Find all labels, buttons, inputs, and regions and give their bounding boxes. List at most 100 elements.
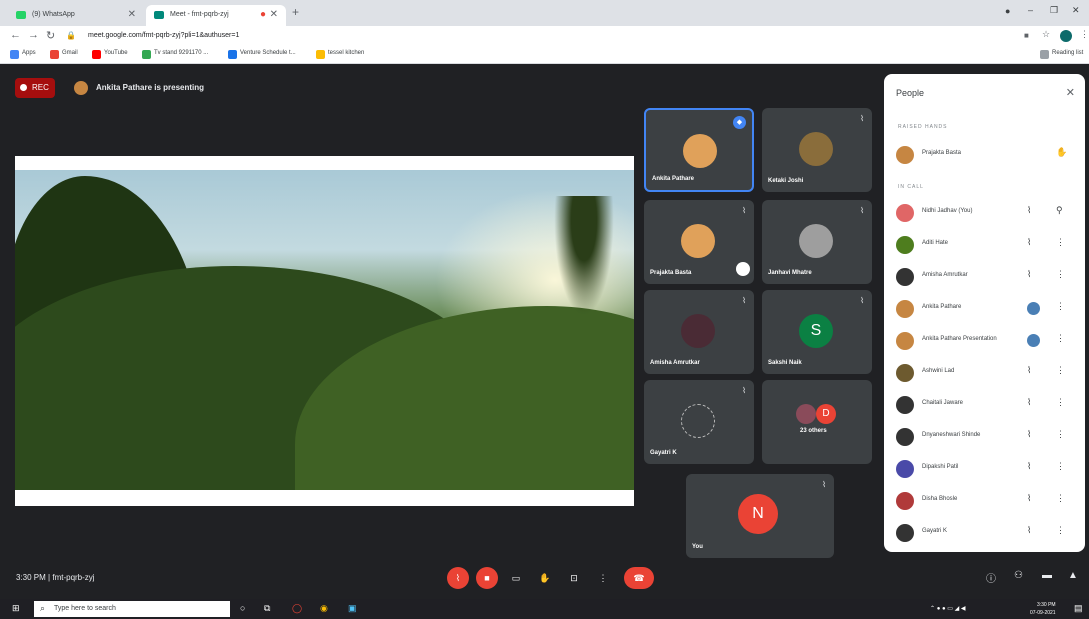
more-options-icon[interactable]: ⋮ [1056,301,1065,312]
list-item[interactable]: Chaitali Jaware ⌇ ⋮ [884,390,1085,420]
new-tab-button[interactable]: + [292,5,299,19]
camera-icon[interactable]: ■ [1024,31,1029,40]
list-item[interactable]: Disha Bhosle ⌇ ⋮ [884,486,1085,516]
more-options-icon[interactable]: ⋮ [1056,237,1065,248]
raise-hand-button[interactable]: ✋ [534,567,556,589]
participant-tile[interactable]: ⌇ Prajakta Basta [644,200,754,284]
list-item[interactable]: Gayatri K ⌇ ⋮ [884,518,1085,548]
chrome-icon[interactable]: ◉ [320,603,328,614]
presenting-banner: Ankita Pathare is presenting [66,77,204,99]
clock-date: 07-09-2021 [1030,610,1056,616]
end-call-button[interactable]: ☎ [624,567,654,589]
list-item[interactable]: Nidhi Jadhav (You) ⌇ ⚲ [884,198,1085,228]
list-item[interactable]: Ankita Pathare ⋮ [884,294,1085,324]
more-options-icon[interactable]: ⋮ [1056,525,1065,536]
avatar [799,132,833,166]
mic-off-icon: ⌇ [860,114,864,123]
more-options-icon[interactable]: ⋮ [1056,365,1065,376]
people-icon[interactable]: ⚇ [1014,570,1023,581]
list-item[interactable]: Aditi Hate ⌇ ⋮ [884,230,1085,260]
opera-icon[interactable]: ◯ [292,603,302,614]
avatar [896,236,914,254]
bookmark-kitchen[interactable]: tessel kitchen [316,50,364,59]
participant-tile[interactable]: ⌇ Gayatri K [644,380,754,464]
mic-toggle-button[interactable]: ⌇ [447,567,469,589]
browser-tab-bar: (9) WhatsApp ✕ Meet - fmt-pqrb-zyj ● ✕ +… [0,0,1089,26]
self-tile[interactable]: N ⌇ You [686,474,834,558]
search-icon: ⌕ [40,603,46,613]
others-tile[interactable]: D 23 others [762,380,872,464]
list-item[interactable]: Amisha Amrutkar ⌇ ⋮ [884,262,1085,292]
more-options-icon[interactable]: ⋮ [1056,397,1065,408]
tab-whatsapp[interactable]: (9) WhatsApp ✕ [8,5,144,26]
bookmark-gmail[interactable]: Gmail [50,50,78,59]
pin-icon[interactable]: ⚲ [1056,205,1063,216]
more-options-icon[interactable]: ⋮ [1056,461,1065,472]
star-icon[interactable]: ☆ [1042,29,1050,40]
windows-start-icon[interactable]: ⊞ [12,603,20,614]
more-options-icon[interactable]: ⋮ [1056,493,1065,504]
avatar [896,300,914,318]
list-item[interactable]: Ankita Pathare Presentation ⋮ [884,326,1085,356]
bookmark-tv-stand[interactable]: Tv stand 9291170 ... [142,50,208,59]
captions-button[interactable]: ▭ [505,567,527,589]
back-icon[interactable]: ← [10,29,21,41]
close-tab-icon[interactable]: ✕ [128,9,136,20]
clock: 3:30 PM 07-09-2021 [1030,601,1056,617]
bookmark-apps[interactable]: Apps [10,50,36,59]
pin-icon[interactable]: ◆ [733,116,746,129]
camera-toggle-button[interactable]: ■ [476,567,498,589]
cortana-icon[interactable]: ○ [240,603,245,613]
participant-tile[interactable]: ⌇ Amisha Amrutkar [644,290,754,374]
raised-hand-icon[interactable]: ✋ [1056,147,1067,158]
more-options-icon[interactable]: ⋮ [1056,333,1065,344]
avatar: D [816,404,836,424]
more-options-button[interactable]: ⋮ [592,567,614,589]
avatar [896,332,914,350]
store-icon[interactable]: ▣ [348,603,357,614]
avatar [896,492,914,510]
avatar [683,134,717,168]
tab-meet[interactable]: Meet - fmt-pqrb-zyj ● ✕ [146,5,286,26]
list-item[interactable]: Dnyaneshwari Shinde ⌇ ⋮ [884,422,1085,452]
url-field[interactable]: meet.google.com/fmt-pqrb-zyj?pli=1&authu… [78,29,978,43]
minimize-icon[interactable]: – [1028,5,1033,15]
speaking-indicator-icon [1027,302,1040,315]
participant-name: Disha Bhosle [922,496,958,502]
mic-off-icon: ⌇ [1027,365,1032,375]
reading-list[interactable]: Reading list [1040,50,1083,59]
meeting-time: 3:30 PM [16,573,46,582]
reload-icon[interactable]: ↻ [46,29,55,42]
participant-tile[interactable]: S ⌇ Sakshi Naik [762,290,872,374]
list-item[interactable]: Ashwini Lad ⌇ ⋮ [884,358,1085,388]
info-icon[interactable]: ⓘ [986,570,996,585]
close-tab-icon[interactable]: ✕ [270,9,278,20]
participant-name: Gayatri K [650,450,677,456]
maximize-icon[interactable]: ❐ [1050,5,1058,16]
bookmark-youtube[interactable]: YouTube [92,50,128,59]
close-icon[interactable]: ✕ [1066,86,1075,99]
task-view-icon[interactable]: ⧉ [264,603,270,614]
forward-icon[interactable]: → [28,29,39,41]
participant-tile[interactable]: ⌇ Ketaki Joshi [762,108,872,192]
avatar: N [738,494,778,534]
close-window-icon[interactable]: ✕ [1072,5,1080,16]
more-options-icon[interactable]: ⋮ [1056,269,1065,280]
list-item[interactable]: Dipakshi Patil ⌇ ⋮ [884,454,1085,484]
chat-icon[interactable]: ▬ [1042,570,1052,581]
list-item[interactable]: Prajakta Basta ✋ [884,140,1085,170]
activities-icon[interactable]: ▲ [1068,570,1078,581]
present-button[interactable]: ⊡ [563,567,585,589]
image-border [15,156,634,170]
profile-icon[interactable]: ● [1005,6,1010,16]
more-options-icon[interactable]: ⋮ [1056,429,1065,440]
participant-tile[interactable]: ◆ Ankita Pathare [644,108,754,192]
menu-icon[interactable]: ⋮ [1080,29,1089,40]
avatar[interactable] [1060,30,1072,42]
taskbar-search[interactable]: ⌕ Type here to search [34,601,230,617]
participant-name: Prajakta Basta [922,150,962,156]
notifications-icon[interactable]: ▤ [1074,603,1083,614]
participant-tile[interactable]: ⌇ Janhavi Mhatre [762,200,872,284]
bookmark-venture[interactable]: Venture Schedule t... [228,50,296,59]
mic-off-icon: ⌇ [1027,205,1032,215]
